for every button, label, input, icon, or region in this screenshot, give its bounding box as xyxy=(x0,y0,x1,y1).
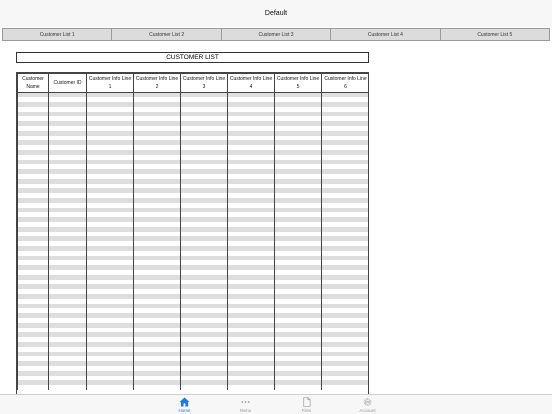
tab-customer-list-4[interactable]: Customer List 4 xyxy=(331,29,441,40)
tabbar-item-files[interactable]: Files xyxy=(276,395,337,414)
column-header-customer-id[interactable]: Customer ID xyxy=(48,73,87,93)
navigation-bar: Default xyxy=(0,0,552,27)
home-icon xyxy=(179,397,190,407)
column-header-info-line-5[interactable]: Customer Info Line 5 xyxy=(274,73,322,93)
table-row xyxy=(17,385,368,390)
table-cell[interactable] xyxy=(48,385,87,390)
tabbar-label-home: Home xyxy=(178,408,191,413)
table-cell[interactable] xyxy=(227,385,275,390)
tabbar-label-files: Files xyxy=(301,408,312,413)
column-header-info-line-2[interactable]: Customer Info Line 2 xyxy=(133,73,181,93)
table-cell[interactable] xyxy=(133,385,181,390)
page-title: Default xyxy=(264,10,288,17)
table-cell[interactable] xyxy=(321,385,368,390)
customer-list-tabs: Customer List 1 Customer List 2 Customer… xyxy=(2,28,550,41)
tabbar-label-menu: Menu xyxy=(239,408,252,413)
tab-customer-list-3[interactable]: Customer List 3 xyxy=(222,29,332,40)
column-header-info-line-1[interactable]: Customer Info Line 1 xyxy=(86,73,134,93)
column-header-customer-name[interactable]: Customer Name xyxy=(17,73,49,93)
table-cell[interactable] xyxy=(17,385,49,390)
tabbar-label-account: Account xyxy=(359,408,376,413)
column-header-info-line-3[interactable]: Customer Info Line 3 xyxy=(180,73,228,93)
column-header-info-line-4[interactable]: Customer Info Line 4 xyxy=(227,73,275,93)
column-header-info-line-6[interactable]: Customer Info Line 6 xyxy=(321,73,368,93)
file-icon xyxy=(303,397,311,407)
table-cell[interactable] xyxy=(274,385,322,390)
table-cell[interactable] xyxy=(180,385,228,390)
table-cell[interactable] xyxy=(86,385,134,390)
gear-icon xyxy=(363,398,372,406)
tab-customer-list-2[interactable]: Customer List 2 xyxy=(112,29,222,40)
tabbar-item-home[interactable]: Home xyxy=(154,395,215,414)
tab-customer-list-1[interactable]: Customer List 1 xyxy=(3,29,113,40)
customer-table: Customer Name Customer ID Customer Info … xyxy=(17,73,368,390)
tabbar-item-account[interactable]: Account xyxy=(337,395,398,414)
bottom-tab-bar: Home Menu Files Account xyxy=(0,394,552,414)
tab-customer-list-5[interactable]: Customer List 5 xyxy=(441,29,549,40)
tabbar-item-menu[interactable]: Menu xyxy=(215,395,276,414)
more-icon xyxy=(241,401,250,403)
customer-list-title: CUSTOMER LIST xyxy=(16,52,369,63)
customer-table-container[interactable]: Customer Name Customer ID Customer Info … xyxy=(16,72,369,394)
table-body xyxy=(17,92,368,390)
table-header-row: Customer Name Customer ID Customer Info … xyxy=(17,73,368,93)
